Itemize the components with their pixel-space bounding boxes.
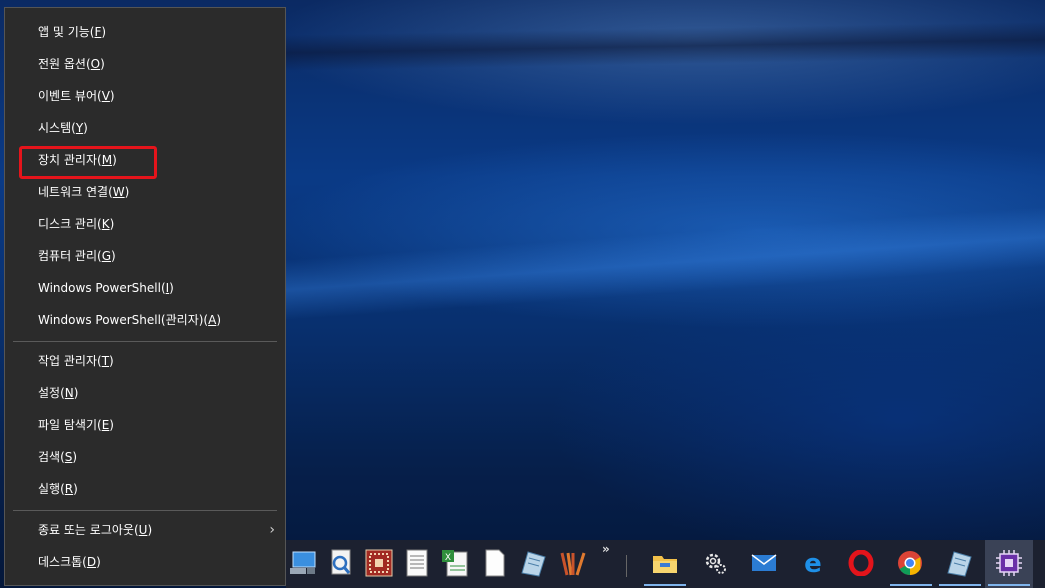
- menu-item-computer-management[interactable]: 컴퓨터 관리(G): [5, 242, 285, 270]
- winx-context-menu: 앱 및 기능(F) 전원 옵션(O) 이벤트 뷰어(V) 시스템(Y) 장치 관…: [4, 7, 286, 586]
- opera-icon[interactable]: [846, 548, 876, 578]
- menu-item-powershell[interactable]: Windows PowerShell(I): [5, 274, 285, 302]
- svg-text:e: e: [804, 550, 822, 576]
- file-explorer-icon[interactable]: [650, 548, 680, 578]
- menu-item-apps-features[interactable]: 앱 및 기능(F): [5, 18, 285, 46]
- blank-doc-icon[interactable]: [480, 548, 510, 578]
- menu-item-file-explorer[interactable]: 파일 탐색기(E): [5, 411, 285, 439]
- search-doc-icon[interactable]: [326, 548, 356, 578]
- menu-item-settings[interactable]: 설정(N): [5, 379, 285, 407]
- mail-icon[interactable]: [749, 548, 779, 578]
- menu-item-task-manager[interactable]: 작업 관리자(T): [5, 347, 285, 375]
- notes-pinned-icon[interactable]: [944, 548, 974, 578]
- running-indicator: [644, 584, 686, 586]
- notepad-icon[interactable]: [402, 548, 432, 578]
- edge-icon[interactable]: e: [798, 548, 828, 578]
- calculator-app-icon[interactable]: [364, 548, 394, 578]
- running-indicator: [939, 584, 981, 586]
- chip-app-icon[interactable]: [994, 548, 1024, 578]
- spreadsheet-icon[interactable]: X: [440, 548, 470, 578]
- app-stripes-icon[interactable]: [558, 548, 588, 578]
- menu-separator: [13, 510, 277, 511]
- menu-item-network-connections[interactable]: 네트워크 연결(W): [5, 178, 285, 206]
- menu-item-powershell-admin[interactable]: Windows PowerShell(관리자)(A): [5, 306, 285, 334]
- menu-item-event-viewer[interactable]: 이벤트 뷰어(V): [5, 82, 285, 110]
- settings-icon[interactable]: [700, 548, 730, 578]
- menu-item-disk-management[interactable]: 디스크 관리(K): [5, 210, 285, 238]
- menu-item-desktop[interactable]: 데스크톱(D): [5, 548, 285, 576]
- running-indicator: [988, 584, 1030, 586]
- computer-icon[interactable]: [288, 548, 318, 578]
- taskbar-separator: [626, 555, 627, 577]
- menu-item-system[interactable]: 시스템(Y): [5, 114, 285, 142]
- chevron-right-icon: ›: [269, 522, 275, 538]
- running-indicator: [890, 584, 932, 586]
- menu-separator: [13, 341, 277, 342]
- toolbar-overflow-chevron-icon[interactable]: »: [602, 542, 610, 556]
- svg-text:X: X: [445, 553, 451, 563]
- menu-item-shutdown-signout[interactable]: 종료 또는 로그아웃(U) ›: [5, 516, 285, 544]
- notes-icon[interactable]: [518, 548, 548, 578]
- highlight-box: [19, 146, 157, 179]
- menu-item-run[interactable]: 실행(R): [5, 475, 285, 503]
- menu-item-power-options[interactable]: 전원 옵션(O): [5, 50, 285, 78]
- chrome-icon[interactable]: [895, 548, 925, 578]
- menu-item-search[interactable]: 검색(S): [5, 443, 285, 471]
